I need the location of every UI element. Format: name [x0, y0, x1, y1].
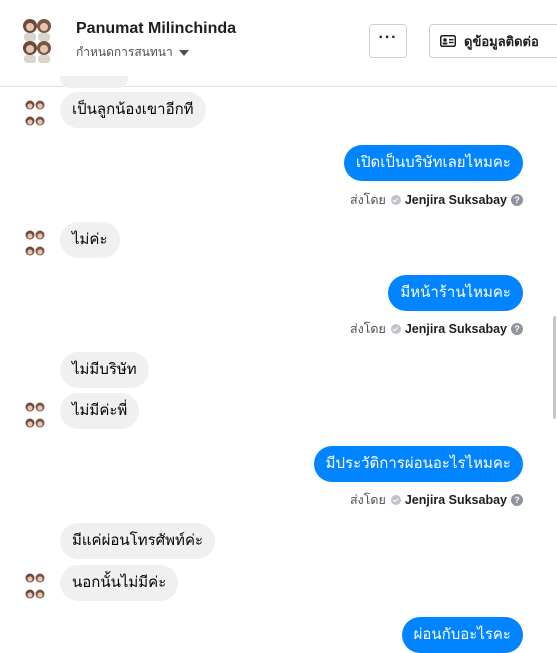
contact-name[interactable]: Panumat Milinchinda	[76, 20, 236, 38]
contact-avatar-small	[25, 573, 45, 599]
sent-by-info: ส่งโดย Jenjira Suksabay ?	[350, 190, 523, 210]
caret-down-icon	[178, 49, 189, 56]
sent-by-info: ส่งโดย Jenjira Suksabay ?	[350, 319, 523, 339]
verified-check-icon	[390, 195, 401, 205]
sent-by-label: ส่งโดย	[349, 322, 386, 336]
assign-label: กำหนดการสนทนา	[76, 45, 173, 59]
incoming-message[interactable]: ไม่ค่ะ	[60, 222, 120, 258]
incoming-message[interactable]: ไม่มีบริษัท	[60, 352, 149, 388]
incoming-message[interactable]: เป็นลูกน้องเขาอีกที	[60, 92, 206, 128]
contact-avatar-small	[25, 100, 45, 126]
sent-by-info: ส่งโดย Jenjira Suksabay ?	[350, 490, 523, 510]
help-icon[interactable]: ?	[511, 323, 523, 335]
more-options-button[interactable]: ···	[369, 24, 407, 58]
scrollbar-thumb[interactable]	[553, 316, 556, 419]
help-icon[interactable]: ?	[511, 494, 523, 506]
sent-by-label: ส่งโดย	[349, 193, 386, 207]
contact-avatar-small	[25, 402, 45, 428]
view-contact-button[interactable]: ดูข้อมูลติดต่อ	[429, 24, 557, 58]
incoming-message[interactable]: ไม่มีค่ะพี่	[60, 393, 140, 429]
outgoing-message[interactable]: ผ่อนกับอะไรคะ	[401, 617, 523, 653]
incoming-message[interactable]: นอกนั้นไม่มีค่ะ	[60, 565, 179, 601]
outgoing-message[interactable]: มีประวัติการผ่อนอะไรไหมคะ	[313, 446, 523, 482]
incoming-message[interactable]: มีแค่ผ่อนโทรศัพท์ค่ะ	[60, 523, 216, 559]
contact-card-icon	[440, 35, 456, 47]
assign-conversation-dropdown[interactable]: กำหนดการสนทนา	[76, 43, 189, 62]
conversation-header: Panumat Milinchinda กำหนดการสนทนา ··· ดู…	[0, 0, 557, 87]
previous-message-bubble	[60, 76, 128, 88]
verified-check-icon	[390, 324, 401, 334]
outgoing-message[interactable]: มีหน้าร้านไหมคะ	[388, 275, 523, 311]
sender-name[interactable]: Jenjira Suksabay	[405, 193, 507, 207]
outgoing-message[interactable]: เปิดเป็นบริษัทเลยไหมคะ	[343, 145, 523, 181]
contact-avatar[interactable]	[22, 16, 52, 66]
help-icon[interactable]: ?	[511, 194, 523, 206]
more-label: ···	[378, 29, 398, 46]
view-contact-label: ดูข้อมูลติดต่อ	[464, 33, 539, 49]
verified-check-icon	[390, 495, 401, 505]
sender-name[interactable]: Jenjira Suksabay	[405, 493, 507, 507]
sender-name[interactable]: Jenjira Suksabay	[405, 322, 507, 336]
sent-by-label: ส่งโดย	[349, 493, 386, 507]
contact-avatar-small	[25, 230, 45, 256]
